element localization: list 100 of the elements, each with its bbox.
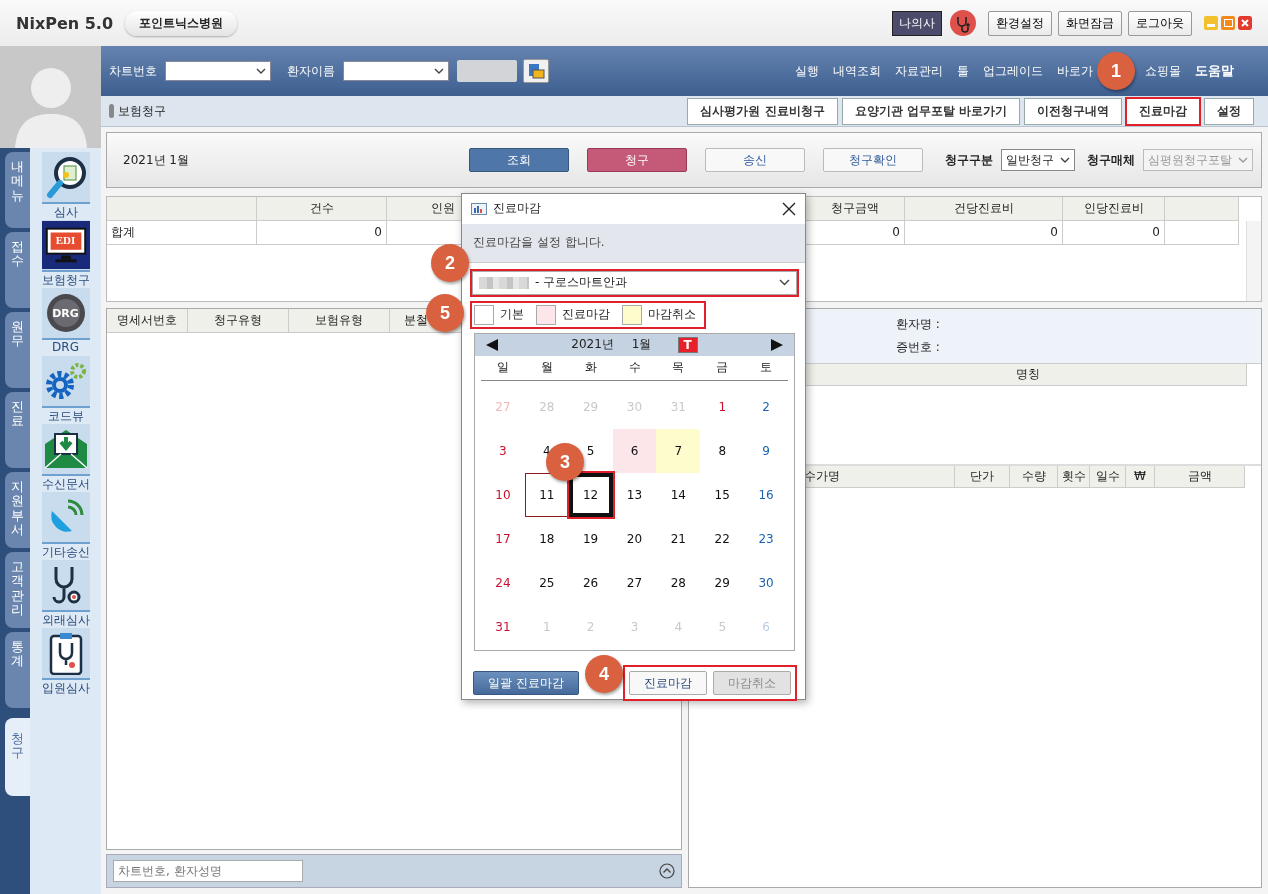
menu-item[interactable]: 내역조회 [833, 62, 881, 80]
side-tab[interactable]: 지원부서 [5, 472, 30, 548]
calendar-day[interactable]: 25 [524, 560, 569, 605]
shortcut-tile[interactable] [41, 152, 90, 204]
menu-item[interactable]: 실행 [795, 62, 819, 80]
calendar-day[interactable]: 17 [481, 516, 525, 561]
section-button[interactable]: 요양기관 업무포탈 바로가기 [841, 97, 1020, 125]
weekday-label: 수 [627, 359, 642, 377]
maximize-icon[interactable] [1221, 16, 1235, 30]
shortcut-tile[interactable]: DRG [41, 288, 90, 340]
indicator-icon [109, 104, 114, 118]
calendar-day[interactable]: 31 [481, 604, 525, 649]
shortcut-tile[interactable] [41, 356, 90, 408]
dialog-button[interactable]: 진료마감 [629, 671, 707, 695]
calendar-day[interactable]: 20 [612, 516, 657, 561]
side-tab[interactable]: 원무 [5, 312, 30, 388]
menu-item[interactable]: 바로가 [1057, 62, 1093, 80]
table-cell: 0 [905, 221, 1063, 245]
menu-item[interactable]: 업그레이드 [983, 62, 1043, 80]
toolbar-button[interactable]: 환경설정 [988, 10, 1052, 36]
blank-field[interactable] [457, 60, 517, 82]
bulk-close-button[interactable]: 일괄 진료마감 [473, 671, 579, 695]
section-button[interactable]: 심사평가원 진료비청구 [687, 97, 838, 125]
field-label: 차트번호 [109, 62, 157, 80]
toolbar-button[interactable]: 로그아웃 [1128, 10, 1192, 36]
calendar-day[interactable]: 30 [744, 560, 788, 605]
menu-item[interactable]: 쇼핑몰 [1145, 62, 1181, 80]
calendar-day[interactable]: 2 [744, 384, 788, 429]
calendar-day[interactable]: 21 [656, 516, 701, 561]
patient-name-label: 환자명 : [896, 316, 941, 333]
field-label: 환자이름 [287, 62, 335, 80]
header-cell: 명세서번호 [107, 309, 188, 333]
calendar-day[interactable]: 24 [481, 560, 525, 605]
header-cell: 횟수 [1058, 466, 1090, 488]
header-cell: 건당진료비 [905, 197, 1063, 221]
header-cell: 건수 [257, 197, 387, 221]
insurance-number-label: 증번호 : [896, 339, 941, 356]
menu-item[interactable]: 툴 [957, 62, 969, 80]
side-tab[interactable]: 진료 [5, 392, 30, 468]
calendar-month: 1월 [631, 336, 652, 354]
header-cell: 명칭 [809, 364, 1247, 386]
section-button[interactable]: 이전청구내역 [1024, 97, 1122, 125]
section-button[interactable]: 진료마감 [1126, 97, 1200, 125]
calendar-day[interactable]: 26 [568, 560, 613, 605]
section-title: 보험청구 [118, 102, 166, 120]
header-cell: 청구금액 [806, 197, 905, 221]
calendar-day[interactable]: 19 [568, 516, 613, 561]
field-label: 청구매체 [1087, 151, 1135, 169]
shortcut-tile[interactable]: EDI [41, 220, 90, 272]
menu-item[interactable]: 도움말 [1195, 62, 1234, 80]
action-button[interactable]: 조회 [469, 148, 569, 172]
close-icon[interactable] [782, 201, 796, 216]
claim-type-select[interactable]: 일반청구 [1001, 149, 1075, 171]
calendar-day[interactable]: 12 [568, 472, 613, 517]
side-tab[interactable]: 내메뉴 [5, 152, 30, 228]
action-button[interactable]: 청구 [587, 148, 687, 172]
shortcut-tile[interactable] [41, 628, 90, 680]
calendar-day[interactable]: 1 [700, 384, 745, 429]
calendar-day[interactable]: 28 [656, 560, 701, 605]
calendar-day[interactable]: 10 [481, 472, 525, 517]
side-tab[interactable]: 통계 [5, 632, 30, 708]
card-reader-button[interactable] [523, 59, 549, 83]
header-cell: 보험유형 [289, 309, 390, 333]
calendar-day[interactable]: 23 [744, 516, 788, 561]
side-tab[interactable]: 접수 [5, 232, 30, 308]
collapse-icon[interactable] [659, 863, 675, 879]
gears-icon [43, 361, 88, 401]
calendar-day[interactable]: 18 [524, 516, 569, 561]
monitor-icon [41, 220, 90, 270]
period-label: 2021년 1월 [123, 151, 189, 169]
action-button[interactable]: 청구확인 [823, 148, 923, 172]
calendar-day[interactable]: 27 [612, 560, 657, 605]
today-button[interactable]: T [677, 336, 698, 353]
calendar-day[interactable]: 13 [612, 472, 657, 517]
weekday-label: 목 [671, 359, 686, 377]
scrollbar[interactable] [1246, 221, 1261, 301]
section-button[interactable]: 설정 [1204, 97, 1254, 125]
department-select[interactable]: - 구로스마트안과 [472, 270, 797, 295]
previous-month-icon[interactable] [485, 337, 499, 352]
shortcut-tile[interactable] [41, 560, 90, 612]
shortcut-tile[interactable] [41, 492, 90, 544]
shortcut-tile[interactable] [41, 424, 90, 476]
search-field[interactable]: 차트번호, 환자성명 [113, 860, 303, 882]
calendar-day[interactable]: 6 [612, 428, 657, 473]
calendar-day[interactable]: 29 [700, 560, 745, 605]
calendar-day[interactable]: 3 [481, 428, 525, 473]
menu-item[interactable]: 자료관리 [895, 62, 943, 80]
next-month-icon[interactable] [770, 337, 784, 352]
calendar-day[interactable]: 22 [700, 516, 745, 561]
toolbar-button[interactable]: 화면잠금 [1058, 10, 1122, 36]
weekday-label: 토 [759, 359, 774, 377]
doctor-button[interactable]: 나의사 [892, 10, 942, 36]
patient-name-select[interactable] [343, 61, 449, 81]
side-tab[interactable]: 고객관리 [5, 552, 30, 628]
calendar-day[interactable]: 7 [656, 428, 701, 473]
side-tab[interactable]: 청구 [5, 718, 30, 796]
action-button[interactable]: 송신 [705, 148, 805, 172]
stethoscope-logo-icon[interactable] [950, 10, 976, 36]
dialog-description: 진료마감을 설정 합니다. [473, 234, 605, 252]
chart-number-select[interactable] [165, 61, 271, 81]
